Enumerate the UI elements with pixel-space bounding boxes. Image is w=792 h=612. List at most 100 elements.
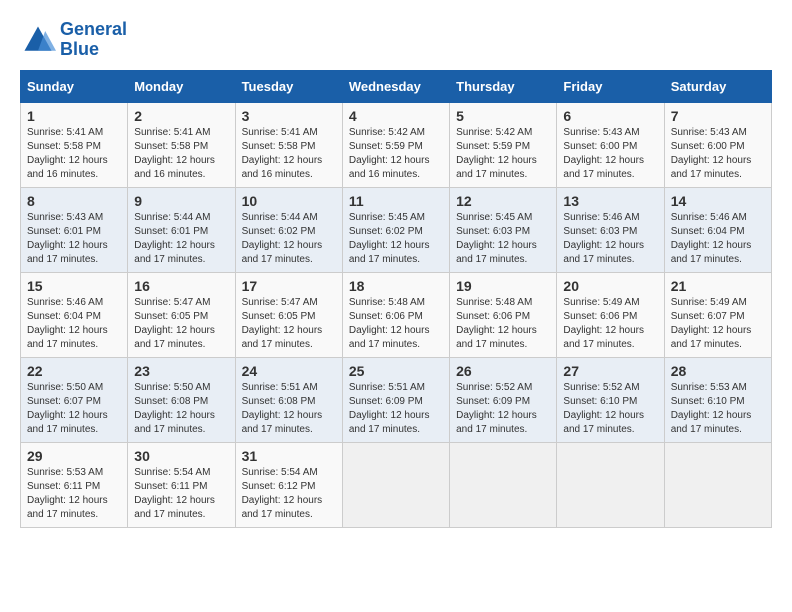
day-info: Sunrise: 5:47 AM Sunset: 6:05 PM Dayligh… xyxy=(134,296,228,352)
calendar-cell: 25 Sunrise: 5:51 AM Sunset: 6:09 PM Dayl… xyxy=(342,357,449,442)
calendar-cell: 13 Sunrise: 5:46 AM Sunset: 6:03 PM Dayl… xyxy=(557,187,664,272)
day-number: 17 xyxy=(242,278,336,294)
day-number: 8 xyxy=(27,193,121,209)
day-info: Sunrise: 5:45 AM Sunset: 6:02 PM Dayligh… xyxy=(349,211,443,267)
calendar-cell: 14 Sunrise: 5:46 AM Sunset: 6:04 PM Dayl… xyxy=(664,187,771,272)
day-number: 23 xyxy=(134,363,228,379)
weekday-header: Thursday xyxy=(450,70,557,102)
calendar-cell: 4 Sunrise: 5:42 AM Sunset: 5:59 PM Dayli… xyxy=(342,102,449,187)
day-info: Sunrise: 5:41 AM Sunset: 5:58 PM Dayligh… xyxy=(242,126,336,182)
calendar-cell: 26 Sunrise: 5:52 AM Sunset: 6:09 PM Dayl… xyxy=(450,357,557,442)
logo: General Blue xyxy=(20,20,127,60)
calendar-cell: 12 Sunrise: 5:45 AM Sunset: 6:03 PM Dayl… xyxy=(450,187,557,272)
calendar-week-row: 29 Sunrise: 5:53 AM Sunset: 6:11 PM Dayl… xyxy=(21,442,772,527)
day-info: Sunrise: 5:53 AM Sunset: 6:11 PM Dayligh… xyxy=(27,466,121,522)
weekday-header: Monday xyxy=(128,70,235,102)
weekday-header: Sunday xyxy=(21,70,128,102)
day-number: 22 xyxy=(27,363,121,379)
day-number: 27 xyxy=(563,363,657,379)
day-info: Sunrise: 5:42 AM Sunset: 5:59 PM Dayligh… xyxy=(349,126,443,182)
day-number: 1 xyxy=(27,108,121,124)
calendar-cell: 17 Sunrise: 5:47 AM Sunset: 6:05 PM Dayl… xyxy=(235,272,342,357)
day-info: Sunrise: 5:49 AM Sunset: 6:07 PM Dayligh… xyxy=(671,296,765,352)
day-info: Sunrise: 5:43 AM Sunset: 6:00 PM Dayligh… xyxy=(671,126,765,182)
calendar-cell: 30 Sunrise: 5:54 AM Sunset: 6:11 PM Dayl… xyxy=(128,442,235,527)
logo-icon xyxy=(20,22,56,58)
day-info: Sunrise: 5:44 AM Sunset: 6:01 PM Dayligh… xyxy=(134,211,228,267)
calendar-cell xyxy=(664,442,771,527)
calendar-cell: 3 Sunrise: 5:41 AM Sunset: 5:58 PM Dayli… xyxy=(235,102,342,187)
day-number: 12 xyxy=(456,193,550,209)
day-info: Sunrise: 5:42 AM Sunset: 5:59 PM Dayligh… xyxy=(456,126,550,182)
day-number: 30 xyxy=(134,448,228,464)
calendar-cell: 10 Sunrise: 5:44 AM Sunset: 6:02 PM Dayl… xyxy=(235,187,342,272)
calendar-cell: 9 Sunrise: 5:44 AM Sunset: 6:01 PM Dayli… xyxy=(128,187,235,272)
day-info: Sunrise: 5:51 AM Sunset: 6:09 PM Dayligh… xyxy=(349,381,443,437)
logo-text: General Blue xyxy=(60,20,127,60)
calendar-cell: 5 Sunrise: 5:42 AM Sunset: 5:59 PM Dayli… xyxy=(450,102,557,187)
calendar-cell xyxy=(450,442,557,527)
day-info: Sunrise: 5:54 AM Sunset: 6:11 PM Dayligh… xyxy=(134,466,228,522)
day-info: Sunrise: 5:46 AM Sunset: 6:04 PM Dayligh… xyxy=(671,211,765,267)
day-info: Sunrise: 5:43 AM Sunset: 6:00 PM Dayligh… xyxy=(563,126,657,182)
calendar-cell: 6 Sunrise: 5:43 AM Sunset: 6:00 PM Dayli… xyxy=(557,102,664,187)
weekday-header: Saturday xyxy=(664,70,771,102)
calendar-cell: 8 Sunrise: 5:43 AM Sunset: 6:01 PM Dayli… xyxy=(21,187,128,272)
day-number: 5 xyxy=(456,108,550,124)
day-info: Sunrise: 5:48 AM Sunset: 6:06 PM Dayligh… xyxy=(456,296,550,352)
day-number: 2 xyxy=(134,108,228,124)
day-number: 10 xyxy=(242,193,336,209)
day-number: 15 xyxy=(27,278,121,294)
day-info: Sunrise: 5:49 AM Sunset: 6:06 PM Dayligh… xyxy=(563,296,657,352)
calendar-cell: 24 Sunrise: 5:51 AM Sunset: 6:08 PM Dayl… xyxy=(235,357,342,442)
day-info: Sunrise: 5:46 AM Sunset: 6:04 PM Dayligh… xyxy=(27,296,121,352)
calendar-week-row: 1 Sunrise: 5:41 AM Sunset: 5:58 PM Dayli… xyxy=(21,102,772,187)
calendar-cell: 1 Sunrise: 5:41 AM Sunset: 5:58 PM Dayli… xyxy=(21,102,128,187)
day-info: Sunrise: 5:41 AM Sunset: 5:58 PM Dayligh… xyxy=(134,126,228,182)
day-info: Sunrise: 5:50 AM Sunset: 6:08 PM Dayligh… xyxy=(134,381,228,437)
calendar-cell: 19 Sunrise: 5:48 AM Sunset: 6:06 PM Dayl… xyxy=(450,272,557,357)
day-number: 26 xyxy=(456,363,550,379)
calendar-cell: 29 Sunrise: 5:53 AM Sunset: 6:11 PM Dayl… xyxy=(21,442,128,527)
day-number: 7 xyxy=(671,108,765,124)
day-number: 29 xyxy=(27,448,121,464)
calendar-cell: 16 Sunrise: 5:47 AM Sunset: 6:05 PM Dayl… xyxy=(128,272,235,357)
weekday-header: Tuesday xyxy=(235,70,342,102)
calendar-week-row: 15 Sunrise: 5:46 AM Sunset: 6:04 PM Dayl… xyxy=(21,272,772,357)
calendar-week-row: 8 Sunrise: 5:43 AM Sunset: 6:01 PM Dayli… xyxy=(21,187,772,272)
day-number: 4 xyxy=(349,108,443,124)
day-number: 14 xyxy=(671,193,765,209)
day-info: Sunrise: 5:48 AM Sunset: 6:06 PM Dayligh… xyxy=(349,296,443,352)
day-number: 21 xyxy=(671,278,765,294)
day-info: Sunrise: 5:54 AM Sunset: 6:12 PM Dayligh… xyxy=(242,466,336,522)
day-info: Sunrise: 5:41 AM Sunset: 5:58 PM Dayligh… xyxy=(27,126,121,182)
calendar-cell: 18 Sunrise: 5:48 AM Sunset: 6:06 PM Dayl… xyxy=(342,272,449,357)
day-number: 31 xyxy=(242,448,336,464)
calendar-cell: 15 Sunrise: 5:46 AM Sunset: 6:04 PM Dayl… xyxy=(21,272,128,357)
day-info: Sunrise: 5:46 AM Sunset: 6:03 PM Dayligh… xyxy=(563,211,657,267)
calendar-table: SundayMondayTuesdayWednesdayThursdayFrid… xyxy=(20,70,772,528)
calendar-cell: 20 Sunrise: 5:49 AM Sunset: 6:06 PM Dayl… xyxy=(557,272,664,357)
weekday-header: Friday xyxy=(557,70,664,102)
day-number: 6 xyxy=(563,108,657,124)
calendar-cell: 21 Sunrise: 5:49 AM Sunset: 6:07 PM Dayl… xyxy=(664,272,771,357)
day-info: Sunrise: 5:45 AM Sunset: 6:03 PM Dayligh… xyxy=(456,211,550,267)
calendar-cell: 28 Sunrise: 5:53 AM Sunset: 6:10 PM Dayl… xyxy=(664,357,771,442)
weekday-header: Wednesday xyxy=(342,70,449,102)
day-number: 16 xyxy=(134,278,228,294)
calendar-cell: 2 Sunrise: 5:41 AM Sunset: 5:58 PM Dayli… xyxy=(128,102,235,187)
day-info: Sunrise: 5:52 AM Sunset: 6:09 PM Dayligh… xyxy=(456,381,550,437)
calendar-cell xyxy=(342,442,449,527)
day-info: Sunrise: 5:47 AM Sunset: 6:05 PM Dayligh… xyxy=(242,296,336,352)
calendar-cell: 31 Sunrise: 5:54 AM Sunset: 6:12 PM Dayl… xyxy=(235,442,342,527)
day-info: Sunrise: 5:52 AM Sunset: 6:10 PM Dayligh… xyxy=(563,381,657,437)
day-number: 19 xyxy=(456,278,550,294)
calendar-cell xyxy=(557,442,664,527)
day-number: 9 xyxy=(134,193,228,209)
day-number: 18 xyxy=(349,278,443,294)
calendar-cell: 27 Sunrise: 5:52 AM Sunset: 6:10 PM Dayl… xyxy=(557,357,664,442)
calendar-cell: 22 Sunrise: 5:50 AM Sunset: 6:07 PM Dayl… xyxy=(21,357,128,442)
calendar-header-row: SundayMondayTuesdayWednesdayThursdayFrid… xyxy=(21,70,772,102)
calendar-cell: 11 Sunrise: 5:45 AM Sunset: 6:02 PM Dayl… xyxy=(342,187,449,272)
day-info: Sunrise: 5:50 AM Sunset: 6:07 PM Dayligh… xyxy=(27,381,121,437)
